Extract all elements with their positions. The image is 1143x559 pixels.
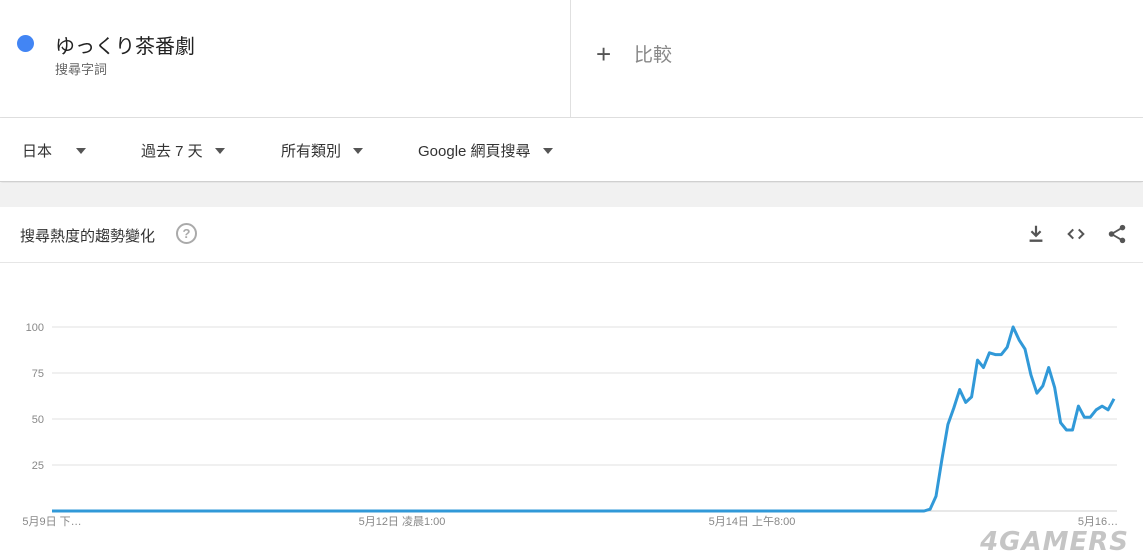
region-filter[interactable]: 日本: [22, 140, 87, 161]
watermark-logo: 4GAMERS: [980, 527, 1129, 557]
y-tick-label: 25: [32, 460, 44, 472]
x-tick-label: 5月14日 上午8:00: [709, 515, 796, 528]
search-term-name[interactable]: ゆっくり茶番劇: [55, 30, 195, 59]
y-axis-ticks: 25 50 75 100: [26, 322, 44, 472]
chevron-down-icon: [76, 147, 87, 154]
y-tick-label: 75: [32, 368, 44, 380]
interest-over-time-card: 搜尋熱度的趨勢變化 ? 25 50 75 100 5月9日 下… 5月12日 凌晨1:0…: [0, 207, 1143, 559]
chart-gridlines: [52, 326, 1117, 512]
y-tick-label: 50: [32, 414, 44, 426]
region-filter-label: 日本: [22, 143, 53, 160]
share-icon[interactable]: [1106, 223, 1128, 245]
compare-button[interactable]: + 比較: [596, 40, 672, 67]
time-range-filter[interactable]: 過去 7 天: [141, 140, 225, 161]
term-bar: ゆっくり茶番劇 搜尋字詞 + 比較: [0, 0, 1143, 118]
embed-icon[interactable]: [1065, 223, 1087, 245]
x-tick-label: 5月9日 下…: [22, 516, 81, 528]
section-gap: [0, 183, 1143, 207]
category-filter-label: 所有類別: [281, 143, 342, 160]
term-color-dot: [17, 35, 34, 52]
chart-header: 搜尋熱度的趨勢變化 ?: [0, 207, 1143, 263]
time-range-filter-label: 過去 7 天: [141, 143, 203, 160]
search-term-card[interactable]: ゆっくり茶番劇 搜尋字詞: [0, 0, 571, 118]
line-chart: 25 50 75 100 5月9日 下… 5月12日 凌晨1:00 5月14日 上午8:0…: [22, 322, 1118, 528]
search-term-type: 搜尋字詞: [55, 62, 108, 77]
search-type-filter[interactable]: Google 網頁搜尋: [418, 140, 553, 161]
search-type-filter-label: Google 網頁搜尋: [418, 143, 531, 160]
download-icon[interactable]: [1025, 223, 1047, 245]
category-filter[interactable]: 所有類別: [281, 140, 364, 161]
chevron-down-icon: [214, 147, 225, 154]
help-icon[interactable]: ?: [176, 223, 197, 244]
filter-bar: 日本 過去 7 天 所有類別 Google 網頁搜尋: [0, 118, 1143, 182]
y-tick-label: 100: [26, 322, 44, 334]
x-axis-ticks: 5月9日 下… 5月12日 凌晨1:00 5月14日 上午8:00 5月16…: [22, 514, 1118, 528]
chart-title: 搜尋熱度的趨勢變化: [20, 228, 156, 245]
compare-label: 比較: [634, 45, 673, 66]
chevron-down-icon: [353, 147, 364, 154]
plus-icon: +: [596, 38, 612, 69]
chevron-down-icon: [542, 147, 553, 154]
x-tick-label: 5月12日 凌晨1:00: [359, 514, 446, 528]
